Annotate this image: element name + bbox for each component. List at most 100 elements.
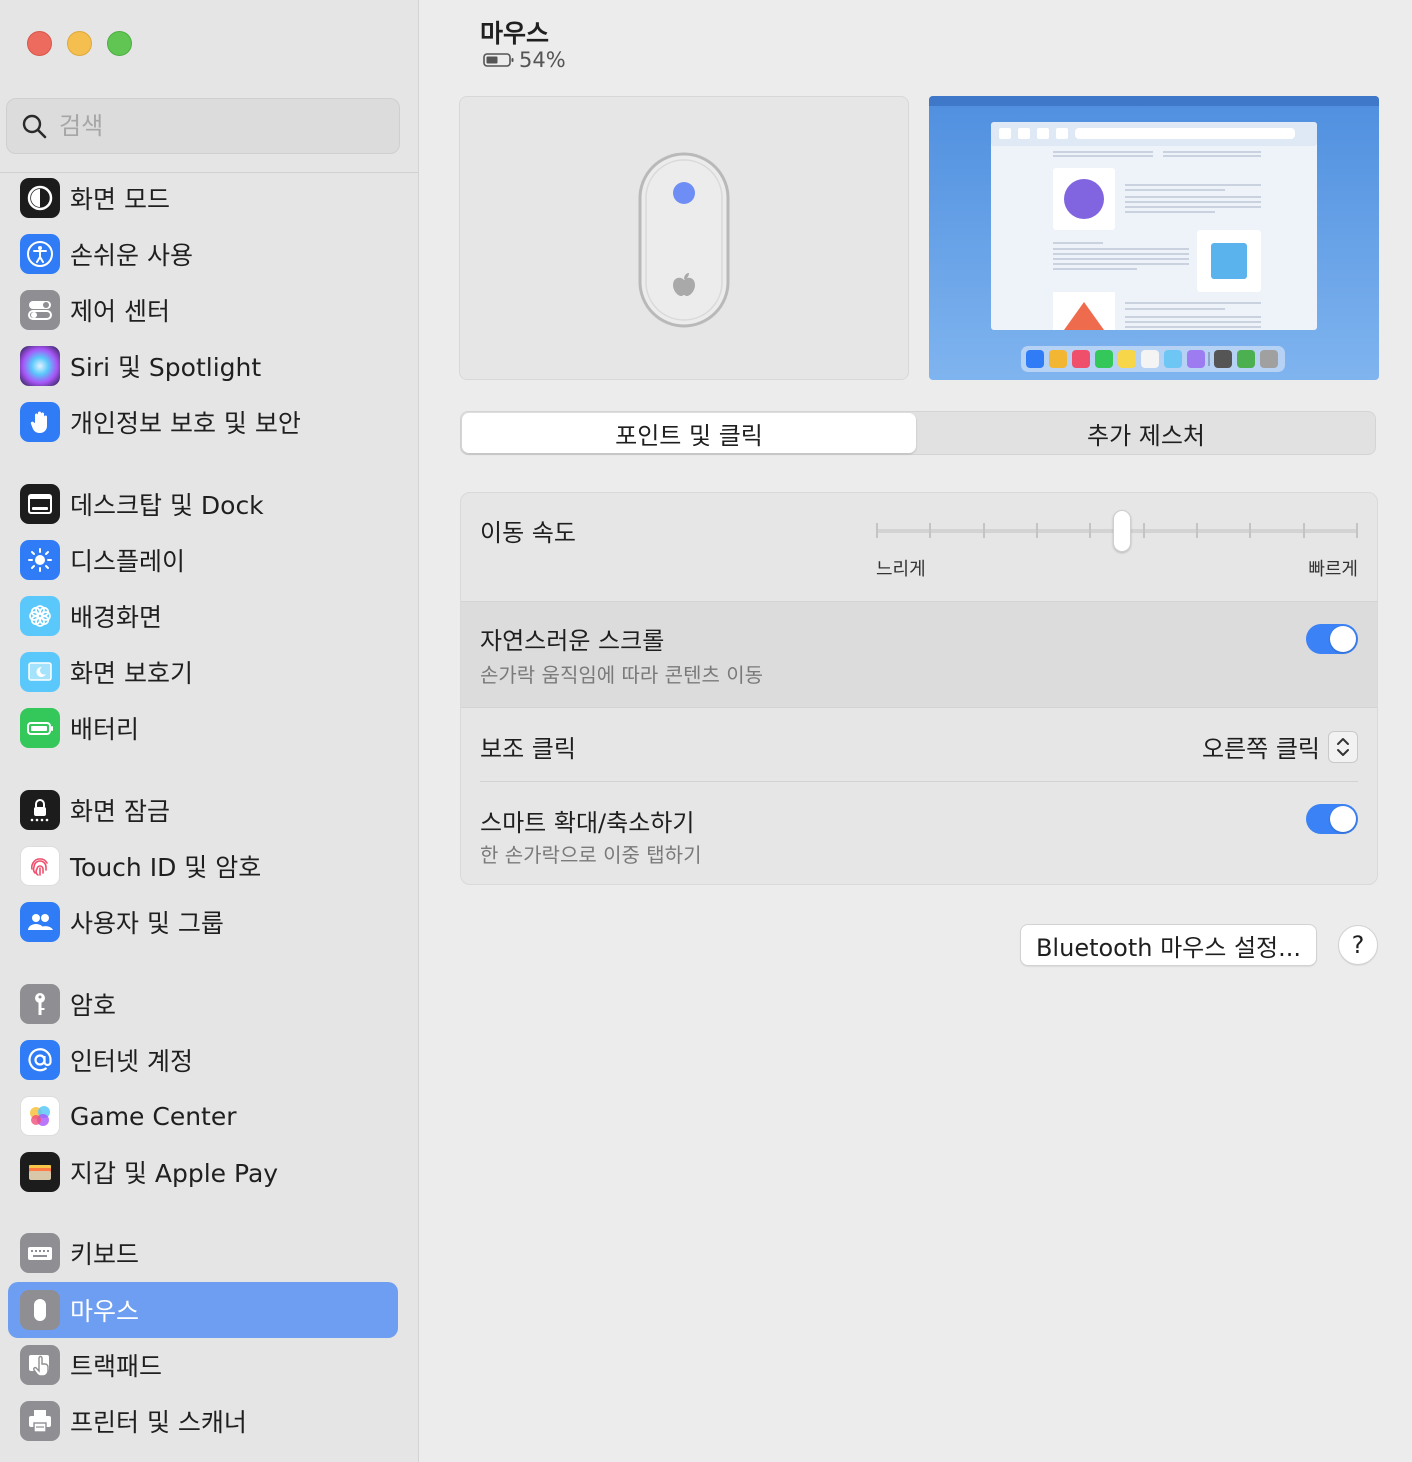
printer-icon	[20, 1401, 60, 1441]
sidebar-item-lock-screen[interactable]: 화면 잠금	[8, 782, 398, 838]
sidebar-item-label: Game Center	[70, 1101, 237, 1131]
sidebar-item-internet-accounts[interactable]: 인터넷 계정	[8, 1032, 398, 1088]
close-window-button[interactable]	[27, 31, 52, 56]
sidebar-item-label: 사용자 및 그룹	[70, 909, 224, 938]
tab-more-gestures[interactable]: 추가 제스처	[919, 413, 1373, 453]
search-field[interactable]	[6, 98, 400, 154]
slider-tick	[1356, 523, 1358, 538]
magic-mouse-illustration	[638, 152, 730, 328]
sidebar-item-label: 개인정보 보호 및 보안	[70, 409, 301, 438]
hand-icon	[20, 402, 60, 442]
natural-scroll-label: 자연스러운 스크롤	[480, 627, 665, 655]
sidebar-item-touch-id[interactable]: Touch ID 및 암호	[8, 838, 398, 894]
sidebar-item-label: 디스플레이	[70, 547, 186, 576]
battery-percentage: 54%	[519, 48, 566, 72]
slider-tick	[929, 523, 932, 538]
slider-tick	[1142, 523, 1145, 538]
sidebar-item-keyboard[interactable]: 키보드	[8, 1225, 398, 1281]
lock-icon	[20, 790, 60, 830]
sidebar-item-screensaver[interactable]: 화면 보호기	[8, 644, 398, 700]
tab-bar: 포인트 및 클릭 추가 제스처	[460, 411, 1376, 455]
sidebar-item-wallpaper[interactable]: 배경화면	[8, 588, 398, 644]
slider-tick	[982, 523, 985, 538]
sidebar-item-label: 암호	[70, 991, 117, 1020]
sidebar-item-appearance[interactable]: 화면 모드	[8, 170, 398, 226]
smart-zoom-toggle[interactable]	[1306, 804, 1358, 834]
sidebar-item-displays[interactable]: 디스플레이	[8, 532, 398, 588]
screensaver-icon	[20, 652, 60, 692]
desktop-illustration	[929, 96, 1379, 380]
slider-tick	[1036, 523, 1038, 538]
sidebar-item-label: 제어 센터	[70, 297, 170, 326]
tracking-speed-slider[interactable]: 느리게 빠르게	[876, 510, 1358, 583]
secondary-click-label: 보조 클릭	[480, 735, 576, 763]
zoom-window-button[interactable]	[107, 31, 132, 56]
sidebar-item-wallet-apple-pay[interactable]: 지갑 및 Apple Pay	[8, 1144, 398, 1200]
sidebar-item-label: 트랙패드	[70, 1352, 163, 1381]
secondary-click-value: 오른쪽 클릭	[1201, 735, 1320, 763]
battery-status: 54%	[483, 48, 566, 72]
natural-scroll-toggle[interactable]	[1306, 624, 1358, 654]
minimize-window-button[interactable]	[67, 31, 92, 56]
sidebar-item-control-center[interactable]: 제어 센터	[8, 282, 398, 338]
battery-icon	[20, 708, 60, 748]
sidebar-item-label: 마우스	[70, 1297, 140, 1326]
window-controls	[27, 31, 132, 56]
row-divider	[480, 781, 1358, 782]
users-icon	[20, 902, 60, 942]
settings-card: 이동 속도 느리게 빠르게 자연스러운 스크롤 손가락 움직임에 따라 콘텐츠 …	[460, 492, 1378, 885]
sidebar-item-privacy-security[interactable]: 개인정보 보호 및 보안	[8, 394, 398, 450]
sidebar-item-siri-spotlight[interactable]: Siri 및 Spotlight	[8, 338, 398, 394]
sidebar: 화면 모드 손쉬운 사용 제어 센터 Siri 및 Spotlight 개인정보…	[0, 0, 419, 1462]
search-input[interactable]	[59, 112, 359, 140]
sidebar-item-battery[interactable]: 배터리	[8, 700, 398, 756]
accessibility-icon	[20, 234, 60, 274]
toggle-knob	[1330, 806, 1356, 832]
secondary-click-popup[interactable]: 오른쪽 클릭	[1202, 729, 1358, 764]
slider-tick	[1089, 523, 1092, 538]
at-sign-icon	[20, 1040, 60, 1080]
sidebar-item-label: 키보드	[70, 1240, 140, 1269]
search-icon	[22, 114, 47, 139]
sidebar-item-mouse[interactable]: 마우스	[8, 1282, 398, 1338]
siri-icon	[20, 346, 60, 386]
slider-min-label: 느리게	[876, 559, 926, 580]
tab-point-and-click[interactable]: 포인트 및 클릭	[462, 413, 916, 453]
game-center-icon	[20, 1096, 60, 1136]
sidebar-item-label: 인터넷 계정	[70, 1047, 193, 1076]
gesture-preview	[929, 96, 1379, 380]
mouse-preview	[459, 96, 909, 380]
sidebar-item-label: 프린터 및 스캐너	[70, 1408, 247, 1437]
slider-tick	[1196, 523, 1198, 538]
sidebar-item-passwords[interactable]: 암호	[8, 976, 398, 1032]
help-button[interactable]: ?	[1338, 925, 1378, 965]
sidebar-item-game-center[interactable]: Game Center	[8, 1088, 398, 1144]
mouse-icon	[20, 1290, 60, 1330]
slider-thumb[interactable]	[1112, 510, 1131, 552]
sidebar-item-label: 화면 모드	[70, 185, 170, 214]
sidebar-item-users-groups[interactable]: 사용자 및 그룹	[8, 894, 398, 950]
sidebar-item-label: 데스크탑 및 Dock	[70, 491, 264, 520]
slider-max-label: 빠르게	[1308, 559, 1358, 580]
wallpaper-flower-icon	[20, 596, 60, 636]
sidebar-item-desktop-dock[interactable]: 데스크탑 및 Dock	[8, 476, 398, 532]
bluetooth-mouse-setup-button[interactable]: Bluetooth 마우스 설정...	[1020, 924, 1317, 966]
battery-level-icon	[483, 53, 514, 67]
slider-tick	[1249, 523, 1252, 538]
sidebar-item-trackpad[interactable]: 트랙패드	[8, 1337, 398, 1393]
toggle-knob	[1330, 626, 1356, 652]
sidebar-item-printers-scanners[interactable]: 프린터 및 스캐너	[8, 1393, 398, 1449]
sidebar-item-label: 지갑 및 Apple Pay	[70, 1159, 279, 1188]
trackpad-icon	[20, 1345, 60, 1385]
sidebar-item-label: 화면 보호기	[70, 659, 193, 688]
sidebar-item-label: 손쉬운 사용	[70, 241, 193, 270]
appearance-icon	[20, 178, 60, 218]
natural-scroll-description: 손가락 움직임에 따라 콘텐츠 이동	[480, 663, 764, 687]
desktop-dock-icon	[20, 484, 60, 524]
display-brightness-icon	[20, 540, 60, 580]
sidebar-item-label: Touch ID 및 암호	[70, 853, 262, 882]
chevron-up-down-icon	[1328, 730, 1358, 763]
keyboard-icon	[20, 1233, 60, 1273]
smart-zoom-label: 스마트 확대/축소하기	[480, 809, 695, 837]
sidebar-item-accessibility[interactable]: 손쉬운 사용	[8, 226, 398, 282]
